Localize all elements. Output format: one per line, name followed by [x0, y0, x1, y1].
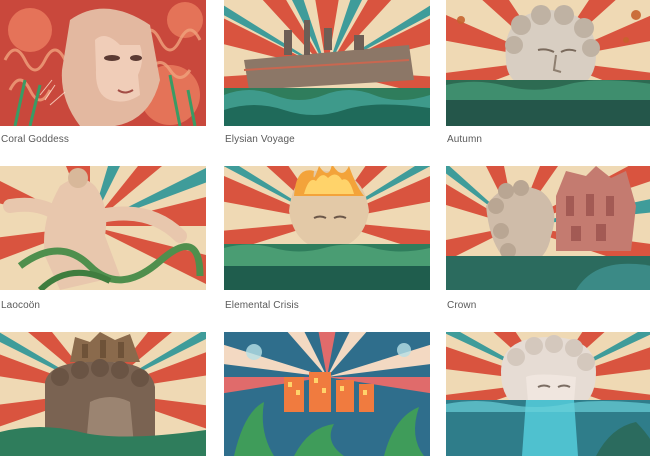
artwork-title[interactable]: Elysian Voyage [225, 134, 295, 145]
laocoon-artwork-icon [0, 166, 206, 290]
artwork-thumbnail[interactable] [0, 0, 206, 126]
crown-artwork-icon [446, 166, 650, 290]
artwork-gallery: Coral Goddess Elysian Voyage Autumn Laoc… [0, 0, 650, 456]
elemental-crisis-artwork-icon [224, 166, 430, 290]
gallery-card-crown[interactable]: Crown [446, 166, 650, 311]
gallery-card-submerged-woman[interactable] [446, 332, 650, 456]
coral-goddess-artwork-icon [0, 0, 206, 126]
artwork-thumbnail[interactable] [0, 332, 206, 456]
artwork-thumbnail[interactable] [0, 166, 206, 290]
elysian-voyage-artwork-icon [224, 0, 430, 126]
artwork-title[interactable]: Crown [447, 300, 476, 311]
artwork-thumbnail[interactable] [446, 166, 650, 290]
crowned-head-artwork-icon [0, 332, 206, 456]
gallery-card-laocoon[interactable]: Laocoön [0, 166, 206, 311]
gallery-card-elemental-crisis[interactable]: Elemental Crisis [224, 166, 430, 311]
psychedelic-city-artwork-icon [224, 332, 430, 456]
artwork-thumbnail[interactable] [224, 0, 430, 126]
artwork-thumbnail[interactable] [446, 332, 650, 456]
artwork-thumbnail[interactable] [446, 0, 650, 126]
gallery-card-elysian-voyage[interactable]: Elysian Voyage [224, 0, 430, 145]
gallery-card-psychedelic-city[interactable] [224, 332, 430, 456]
artwork-thumbnail[interactable] [224, 166, 430, 290]
gallery-card-crowned-head[interactable] [0, 332, 206, 456]
gallery-card-coral-goddess[interactable]: Coral Goddess [0, 0, 206, 145]
artwork-thumbnail[interactable] [224, 332, 430, 456]
submerged-woman-artwork-icon [446, 332, 650, 456]
artwork-title[interactable]: Elemental Crisis [225, 300, 299, 311]
gallery-card-autumn[interactable]: Autumn [446, 0, 650, 145]
artwork-title[interactable]: Coral Goddess [1, 134, 69, 145]
artwork-title[interactable]: Laocoön [1, 300, 40, 311]
autumn-artwork-icon [446, 0, 650, 126]
artwork-title[interactable]: Autumn [447, 134, 482, 145]
